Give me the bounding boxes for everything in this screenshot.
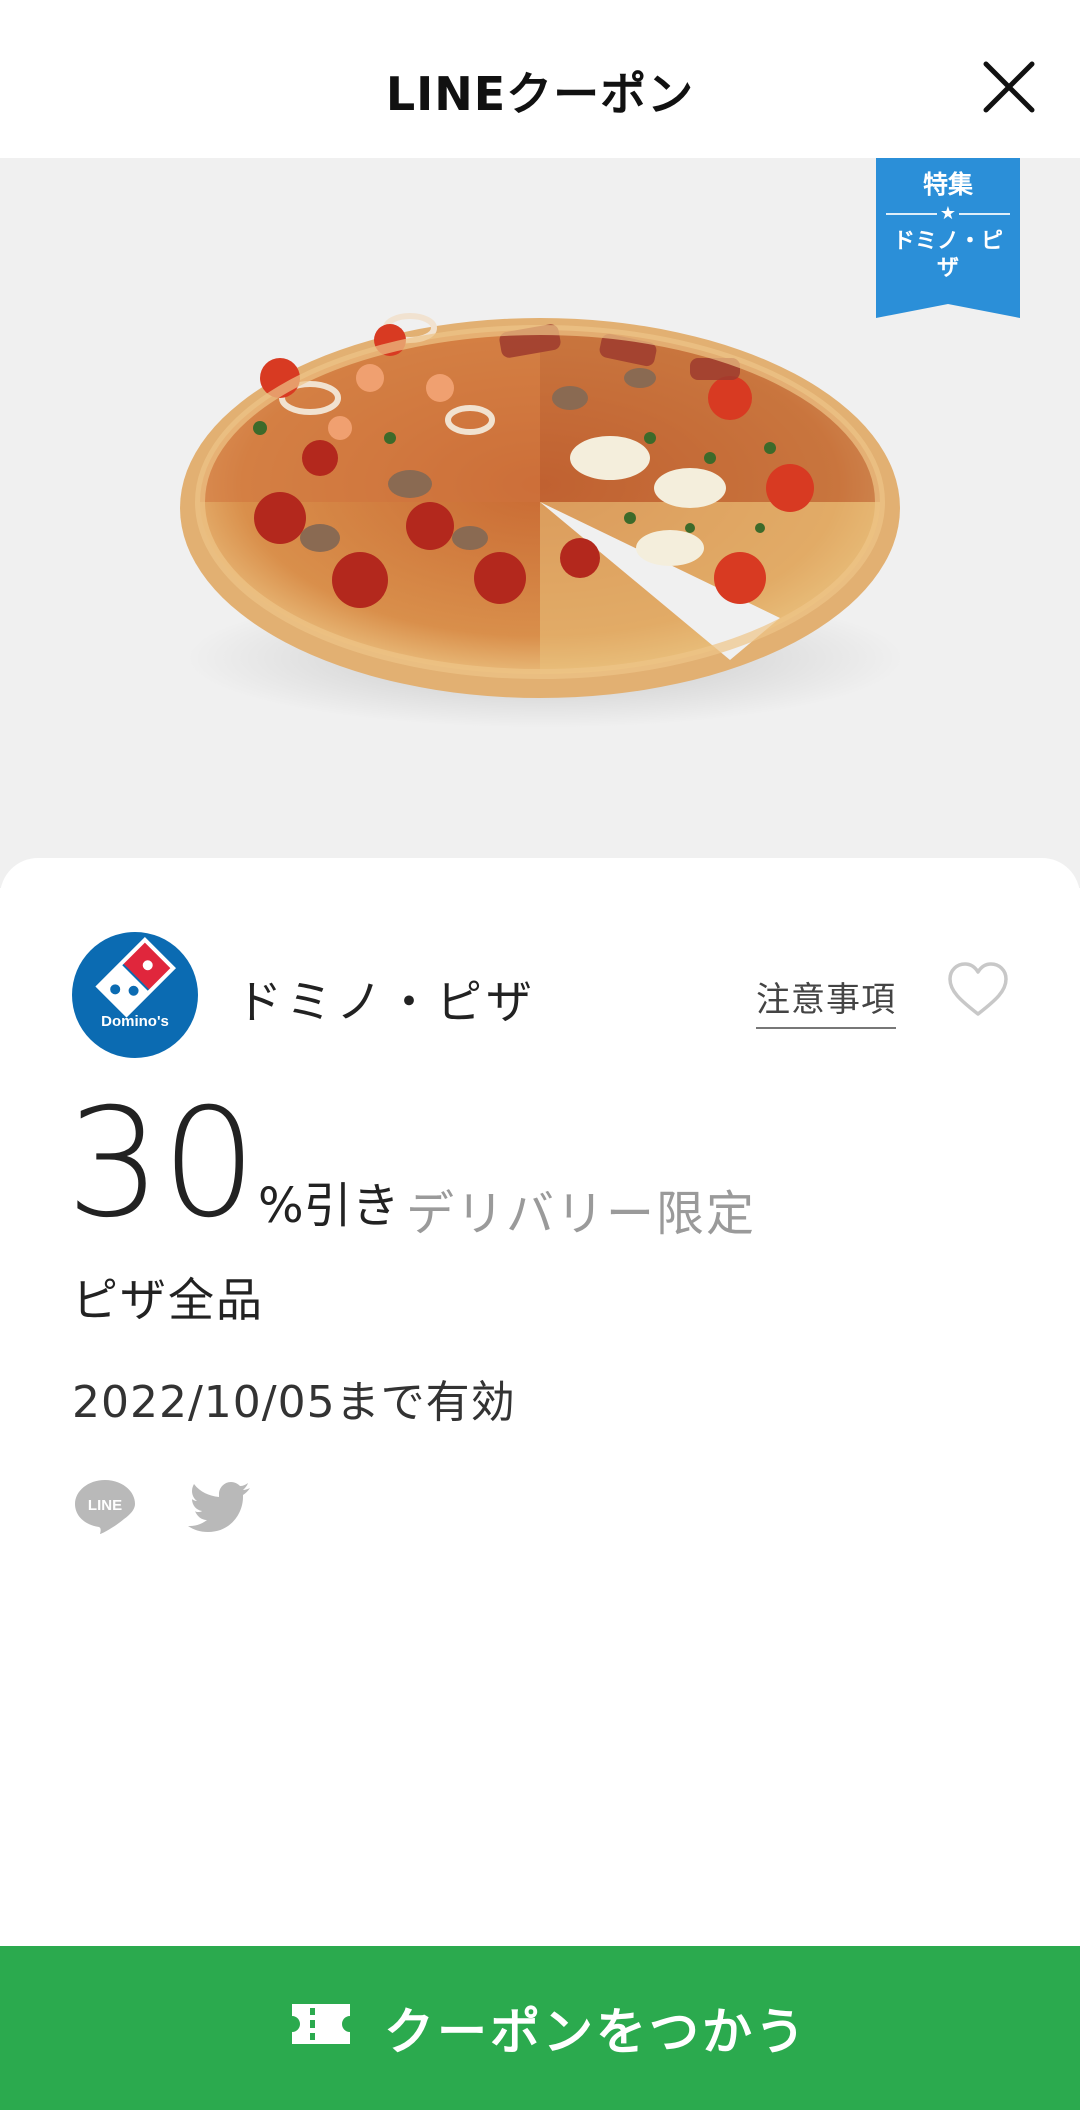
brand-logo-text: Domino's	[101, 1013, 169, 1030]
page-title: LINEクーポン	[385, 67, 695, 121]
coupon-target: ピザ全品	[72, 1273, 264, 1327]
share-line-button[interactable]: LINE	[72, 1476, 138, 1538]
ticket-icon	[292, 2004, 350, 2044]
star-icon: ★	[936, 203, 960, 224]
brand-logo[interactable]: Domino's	[72, 932, 198, 1058]
coupon-card: Domino's ドミノ・ピザ 注意事項 30 %引き デリバリー限定 ピザ全品…	[0, 858, 1080, 2110]
line-icon: LINE	[75, 1480, 135, 1534]
notes-link[interactable]: 注意事項	[756, 972, 896, 1029]
brand-name: ドミノ・ピザ	[236, 975, 536, 1029]
header-bar: LINEクーポン	[0, 0, 1080, 158]
close-icon	[983, 61, 1035, 113]
share-twitter-button[interactable]	[188, 1478, 254, 1538]
pizza-photo	[180, 313, 905, 728]
twitter-icon	[188, 1482, 250, 1532]
ribbon-feature-label: 特集	[922, 170, 973, 199]
ribbon-divider: ★	[886, 202, 1010, 226]
hero-banner: 特集 ★ ドミノ・ピザ	[0, 158, 1080, 888]
discount-unit: %引き	[258, 1178, 400, 1234]
use-coupon-button[interactable]: クーポンをつかう	[0, 1946, 1080, 2110]
line-icon-label: LINE	[88, 1497, 122, 1514]
use-coupon-label: クーポンをつかう	[384, 2003, 808, 2061]
discount-condition: デリバリー限定	[406, 1186, 757, 1242]
discount-value: 30	[66, 1077, 257, 1251]
favorite-button[interactable]	[946, 960, 1010, 1020]
feature-ribbon-text[interactable]: 特集 ★ ドミノ・ピザ	[876, 170, 1020, 282]
ribbon-brand-label: ドミノ・ピザ	[892, 229, 1003, 281]
validity-date: 2022/10/05まで有効	[72, 1377, 516, 1428]
close-button[interactable]	[978, 56, 1040, 118]
heart-outline-icon	[948, 962, 1008, 1016]
